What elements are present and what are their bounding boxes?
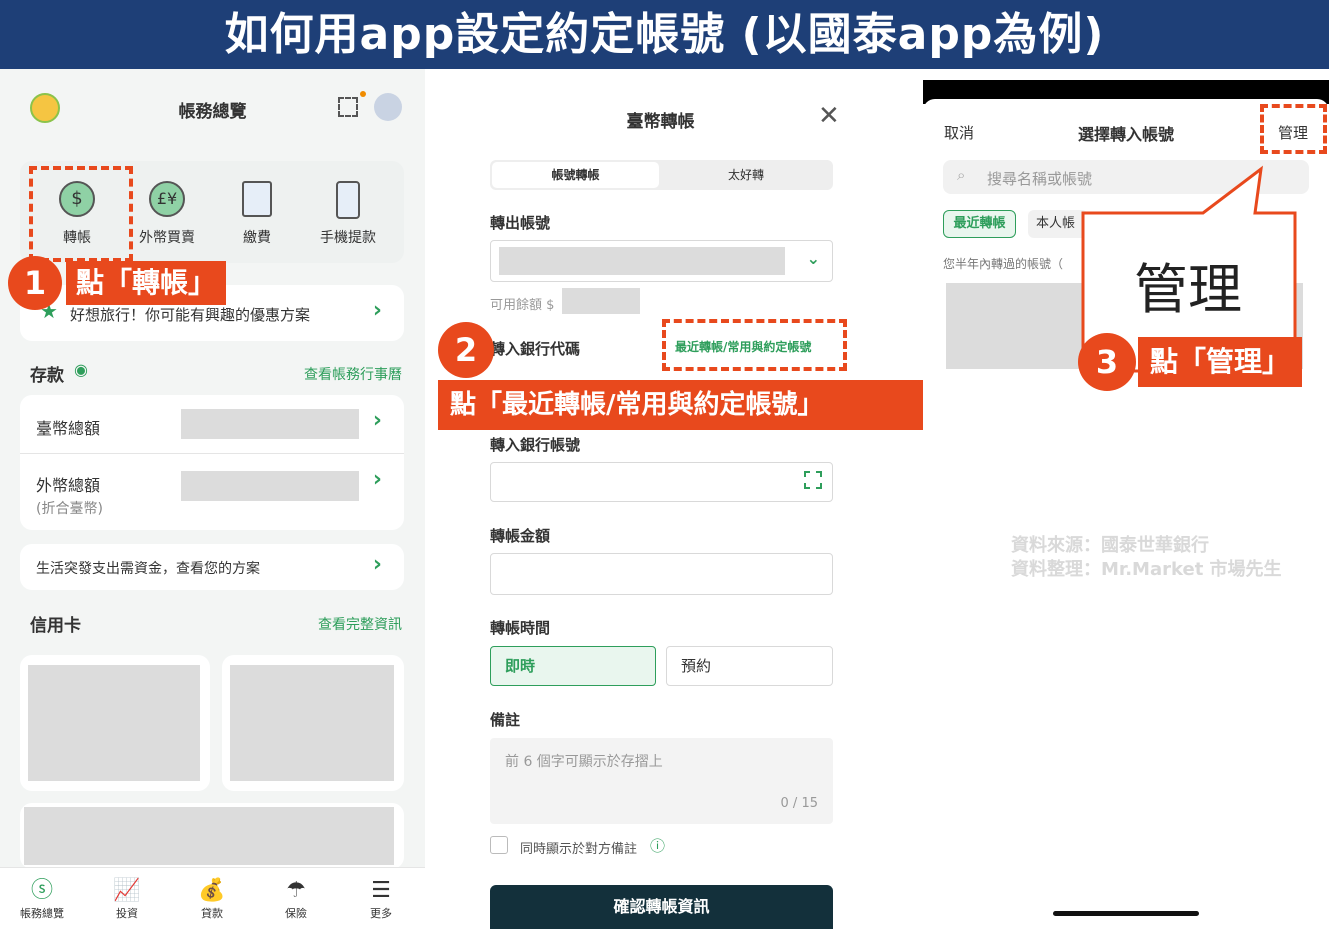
nav-overview-label: 帳務總覽 [20,907,64,920]
nav-overview[interactable]: ⓢ 帳務總覽 [12,877,72,921]
atm-withdraw-label: 手機提款 [320,230,376,246]
twd-total-row[interactable]: 臺幣總額 › [20,395,404,453]
nav-insurance[interactable]: ☂ 保險 [266,877,326,921]
home-panel: 帳務總覽 $ 轉帳 £¥ 外幣買賣 繳費 手機提款 ★ 好想旅行！你可能有興趣的… [0,69,425,942]
step-badge-2: 2 [438,322,494,378]
memo-label: 備註 [490,711,521,729]
tab-recent[interactable]: 最近轉帳 [943,210,1016,238]
step-label-1: 點「轉帳」 [66,261,227,305]
time-label: 轉帳時間 [490,619,551,637]
nav-invest-label: 投資 [116,907,138,920]
bill-icon [242,181,272,217]
scheduled-option[interactable]: 預約 [666,646,833,686]
recent-note: 您半年內轉過的帳號（ [943,257,1064,271]
eye-icon[interactable]: ◉ [74,360,88,379]
chevron-down-icon: ⌄ [806,249,820,268]
currency-exchange-icon: £¥ [149,181,185,217]
tab-account-transfer[interactable]: 帳號轉帳 [492,162,659,188]
deposit-title: 存款 [30,366,64,386]
twd-amount-hidden [181,409,359,439]
banner-title: 如何用app設定約定帳號 (以國泰app為例) [0,0,1329,69]
fx-trade-action[interactable]: £¥ 外幣買賣 [132,181,202,247]
fx-total-row[interactable]: 外幣總額 (折合臺幣) › [20,454,404,530]
fx-total-label: 外幣總額 [36,476,101,495]
search-icon: ⌕ [957,166,966,184]
close-icon[interactable]: ✕ [818,101,840,131]
scan-icon[interactable] [804,471,822,489]
page-title: 帳務總覽 [178,102,247,122]
fx-total-note: (折合臺幣) [36,501,103,517]
twd-total-label: 臺幣總額 [36,419,101,438]
nav-more-label: 更多 [370,907,392,920]
source-line-2: 資料整理：Mr.Market 市場先生 [1011,559,1282,580]
memo-counter: 0 / 15 [780,796,818,811]
umbrella-icon: ☂ [286,878,306,903]
fx-amount-hidden [181,471,359,501]
available-balance-hidden [562,288,640,314]
chevron-right-icon: › [372,298,382,323]
amount-label: 轉帳金額 [490,527,551,545]
avatar-icon[interactable] [374,93,402,121]
credit-card-tile[interactable] [222,655,404,791]
credit-card-tile[interactable] [20,655,210,791]
credit-card-link[interactable]: 查看完整資訊 [318,614,402,634]
source-line-1: 資料來源：國泰世華銀行 [1011,535,1209,556]
memo-placeholder: 前 6 個字可顯示於存摺上 [505,754,663,770]
amount-input[interactable] [490,553,833,595]
nav-insurance-label: 保險 [285,907,307,920]
dollar-icon: ⓢ [30,878,53,903]
money-bag-icon: 💰 [198,878,226,903]
transfer-title: 臺幣轉帳 [626,112,695,132]
show-memo-label: 同時顯示於對方備註 [520,842,638,857]
out-account-select[interactable]: ⌄ [490,240,833,282]
fx-trade-label: 外幣買賣 [139,230,195,246]
nav-invest[interactable]: 📈 投資 [97,877,157,921]
atm-withdraw-action[interactable]: 手機提款 [313,181,383,247]
transfer-panel: 臺幣轉帳 ✕ 帳號轉帳 太好轉 轉出帳號 ⌄ 可用餘額 $ 轉入銀行代碼 最近轉… [438,69,923,942]
available-balance-label: 可用餘額 $ [490,298,555,313]
bill-payment-action[interactable]: 繳費 [227,181,287,247]
menu-icon: ☰ [371,878,391,903]
memo-textarea[interactable]: 前 6 個字可顯示於存摺上 0 / 15 [490,738,833,824]
instant-option[interactable]: 即時 [490,646,656,686]
bill-payment-label: 繳費 [243,230,271,246]
promo-text: 好想旅行！你可能有興趣的優惠方案 [70,306,311,324]
life-banner-text: 生活突發支出需資金，查看您的方案 [36,561,260,577]
phone-icon [336,181,360,219]
nav-more[interactable]: ☰ 更多 [351,877,411,921]
chevron-right-icon: › [372,552,382,577]
home-indicator [1053,911,1199,916]
step-badge-1: 1 [8,256,62,310]
highlight-recent-link [662,319,847,371]
info-icon[interactable]: ⓘ [650,835,665,856]
in-account-label: 轉入銀行帳號 [490,436,581,454]
step-label-3: 點「管理」 [1138,337,1303,387]
callout-text: 管理 [1134,258,1242,321]
confirm-button[interactable]: 確認轉帳資訊 [490,885,833,929]
step-badge-3: 3 [1078,333,1136,391]
chevron-right-icon: › [372,467,382,492]
highlight-transfer [29,166,133,262]
highlight-manage [1260,104,1327,154]
scan-icon[interactable] [338,97,358,117]
nav-loan-label: 貸款 [201,907,223,920]
chart-icon: 📈 [113,878,141,903]
show-memo-checkbox[interactable] [490,836,508,854]
credit-card-title: 信用卡 [30,616,81,636]
bank-code-label: 轉入銀行代碼 [490,340,581,358]
step-label-2: 點「最近轉帳/常用與約定帳號」 [438,380,923,430]
tab-easy-transfer[interactable]: 太好轉 [661,162,831,188]
notification-dot [360,91,366,97]
credit-card-summary[interactable] [20,803,404,869]
nav-loan[interactable]: 💰 貸款 [182,877,242,921]
chevron-right-icon: › [372,408,382,433]
in-account-input[interactable] [490,462,833,502]
select-account-panel: 取消 選擇轉入帳號 管理 ⌕ 搜尋名稱或帳號 最近轉帳 本人帳 您半年內轉過的帳… [923,69,1329,942]
out-account-label: 轉出帳號 [490,214,551,232]
out-account-hidden [499,247,785,275]
life-banner[interactable]: 生活突發支出需資金，查看您的方案 › [20,544,404,590]
calendar-link[interactable]: 查看帳務行事曆 [304,364,402,384]
